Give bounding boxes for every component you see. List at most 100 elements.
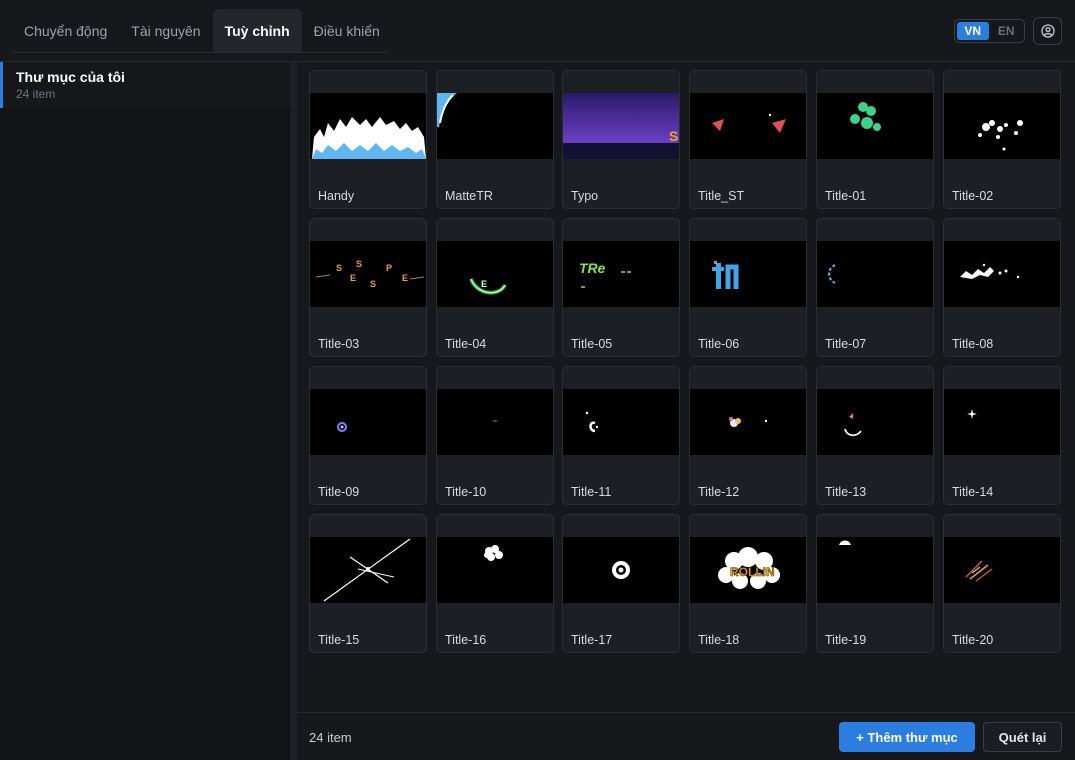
item-card[interactable]: Title-02 [943, 70, 1061, 209]
item-thumbnail [437, 537, 553, 603]
item-thumbnail: SSE SPE [310, 241, 426, 307]
item-name: Title-05 [571, 337, 613, 351]
user-circle-icon [1040, 24, 1055, 38]
item-name: Title-08 [952, 337, 994, 351]
svg-text:TRe: TRe [579, 260, 606, 276]
svg-text:ROLLIN: ROLLIN [730, 565, 775, 579]
item-name: Handy [318, 189, 355, 203]
item-thumbnail [690, 93, 806, 159]
account-button[interactable] [1033, 17, 1062, 45]
item-card[interactable]: Title_ST [689, 70, 807, 209]
item-card[interactable]: Title-09 [309, 366, 427, 505]
tab-dieu-khien[interactable]: Điều khiển [302, 9, 392, 53]
item-thumbnail [944, 537, 1060, 603]
svg-text:S: S [669, 128, 678, 144]
item-card[interactable]: Title-20 [943, 514, 1061, 653]
item-card[interactable]: ROLLIN Title-18 [689, 514, 807, 653]
svg-text:E: E [481, 279, 487, 289]
lang-en-button[interactable]: EN [991, 22, 1023, 40]
item-thumbnail [817, 389, 933, 455]
lang-vn-button[interactable]: VN [957, 22, 989, 40]
item-card[interactable]: Title-17 [562, 514, 680, 653]
item-thumbnail [310, 389, 426, 455]
item-thumbnail [690, 241, 806, 307]
item-card[interactable]: Title-15 [309, 514, 427, 653]
item-name: Title-07 [825, 337, 867, 351]
item-card[interactable]: Title-06 [689, 218, 807, 357]
item-thumbnail [437, 389, 553, 455]
item-name: Title-12 [698, 485, 740, 499]
item-card[interactable]: Title-13 [816, 366, 934, 505]
item-name: Title-06 [698, 337, 740, 351]
tab-tuy-chinh[interactable]: Tuỳ chỉnh [212, 9, 302, 53]
svg-text:E: E [350, 273, 356, 283]
language-toggle: VN EN [954, 19, 1025, 43]
item-name: Title-01 [825, 189, 867, 203]
item-name: Title-15 [318, 633, 360, 647]
footer-bar: 24 item + Thêm thư mục Quét lại [297, 712, 1075, 760]
rescan-button[interactable]: Quét lại [983, 722, 1062, 752]
item-name: Title-04 [445, 337, 487, 351]
item-thumbnail [944, 389, 1060, 455]
item-name: Title-10 [445, 485, 487, 499]
item-name: Typo [571, 189, 599, 203]
folder-count: 24 item [16, 87, 56, 101]
item-card[interactable]: Title-11 [562, 366, 680, 505]
item-name: MatteTR [445, 189, 493, 203]
item-card[interactable]: S Typo [562, 70, 680, 209]
tab-bar: Chuyển động Tài nguyên Tuỳ chỉnh Điều kh… [12, 9, 392, 53]
item-thumbnail: E [437, 241, 553, 307]
item-thumbnail [690, 389, 806, 455]
item-card[interactable]: Title-12 [689, 366, 807, 505]
item-name: Title-02 [952, 189, 994, 203]
item-card[interactable]: Title-19 [816, 514, 934, 653]
item-thumbnail [437, 93, 553, 159]
item-thumbnail [944, 93, 1060, 159]
item-thumbnail [944, 241, 1060, 307]
svg-text:S: S [356, 259, 362, 269]
tab-chuyen-dong[interactable]: Chuyển động [12, 9, 119, 53]
item-thumbnail [310, 537, 426, 603]
item-card[interactable]: Title-14 [943, 366, 1061, 505]
item-name: Title-18 [698, 633, 740, 647]
item-thumbnail: S [563, 93, 679, 159]
folder-name: Thư mục của tôi [16, 69, 125, 85]
item-card[interactable]: Title-10 [436, 366, 554, 505]
sidebar-splitter[interactable] [290, 62, 297, 760]
item-thumbnail [817, 93, 933, 159]
item-name: Title_ST [698, 189, 745, 203]
item-card[interactable]: Title-08 [943, 218, 1061, 357]
item-card[interactable]: Handy [309, 70, 427, 209]
svg-text:E: E [402, 273, 408, 283]
item-name: Title-20 [952, 633, 994, 647]
item-name: Title-17 [571, 633, 613, 647]
item-count: 24 item [309, 730, 352, 745]
item-thumbnail [563, 389, 679, 455]
item-card[interactable]: MatteTR [436, 70, 554, 209]
item-name: Title-19 [825, 633, 867, 647]
item-name: Title-14 [952, 485, 994, 499]
item-thumbnail [310, 93, 426, 159]
svg-text:S: S [370, 279, 376, 289]
tab-divider [12, 52, 388, 53]
item-name: Title-11 [571, 485, 612, 499]
item-card[interactable]: TRe Title-05 [562, 218, 680, 357]
tab-tai-nguyen[interactable]: Tài nguyên [119, 9, 212, 53]
item-thumbnail [817, 241, 933, 307]
item-card[interactable]: Title-07 [816, 218, 934, 357]
item-card[interactable]: E Title-04 [436, 218, 554, 357]
top-bar: Chuyển động Tài nguyên Tuỳ chỉnh Điều kh… [0, 0, 1075, 62]
item-thumbnail: TRe [563, 241, 679, 307]
item-card[interactable]: Title-16 [436, 514, 554, 653]
sidebar-folder-my-folder[interactable]: Thư mục của tôi 24 item [0, 62, 290, 108]
sidebar: Thư mục của tôi 24 item [0, 62, 290, 760]
add-folder-button[interactable]: + Thêm thư mục [839, 722, 975, 752]
item-grid: Handy MatteTR S Typo Title_ST Title-01 T… [297, 62, 1075, 712]
item-name: Title-09 [318, 485, 360, 499]
item-thumbnail [563, 537, 679, 603]
item-name: Title-13 [825, 485, 867, 499]
svg-text:S: S [336, 263, 342, 273]
item-card[interactable]: Title-01 [816, 70, 934, 209]
item-thumbnail [817, 537, 933, 603]
item-card[interactable]: SSE SPE Title-03 [309, 218, 427, 357]
